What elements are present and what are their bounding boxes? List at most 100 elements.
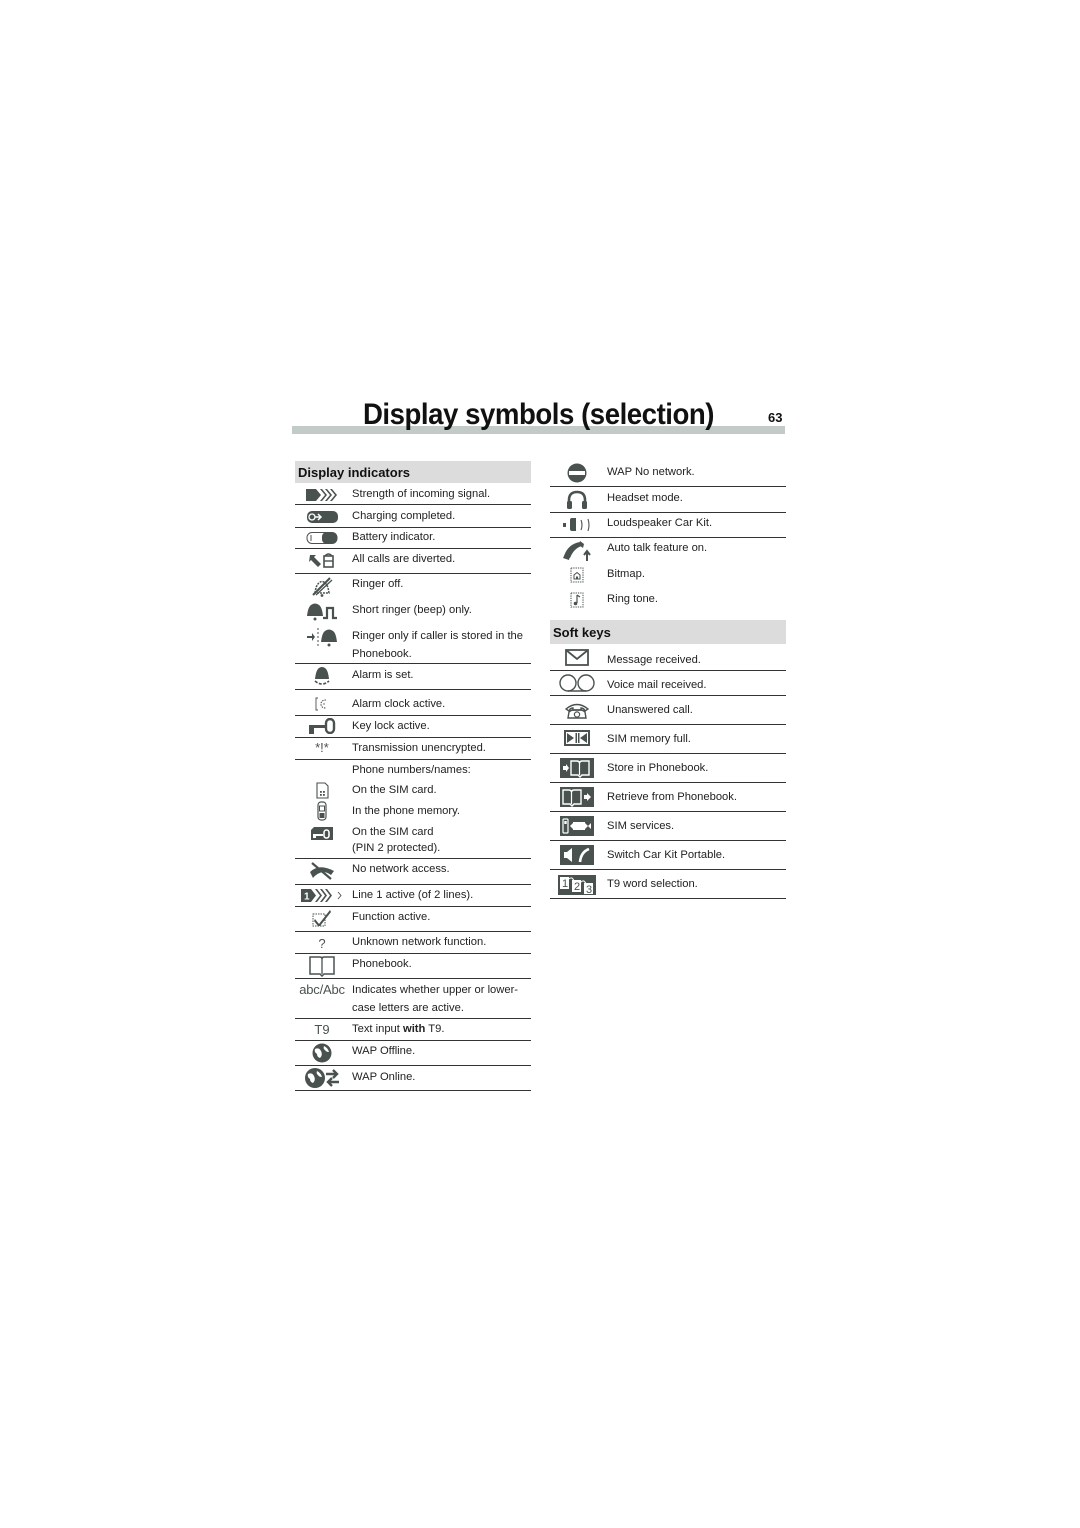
description-text: Bitmap. <box>607 568 645 580</box>
key-lock-icon <box>295 717 349 735</box>
description-text: Store in Phonebook. <box>607 762 709 774</box>
row-divider <box>295 1090 531 1091</box>
t9-word-selection-icon: 123 <box>550 874 604 895</box>
item-description: Alarm is set. <box>352 667 414 684</box>
description-text: Loudspeaker Car Kit. <box>607 517 713 529</box>
list-item: Bitmap. <box>550 564 786 588</box>
description-text: T9 word selection. <box>607 878 698 890</box>
description-text: All calls are diverted. <box>352 553 456 565</box>
list-item: Alarm is set. <box>295 664 531 689</box>
store-phonebook-icon <box>550 757 604 778</box>
page-title: Display symbols (selection) <box>362 398 715 431</box>
item-description: Line 1 active (of 2 lines). <box>352 887 473 904</box>
item-description: Text input with T9. <box>352 1021 444 1038</box>
item-description: Phone numbers/names: <box>352 762 471 779</box>
row-divider <box>295 759 531 760</box>
list-item: Voice mail received. <box>550 671 786 695</box>
switch-car-kit-icon <box>550 844 604 865</box>
item-description: Message received. <box>607 652 701 669</box>
item-description: Bitmap. <box>607 566 645 583</box>
item-description: Alarm clock active. <box>352 696 445 713</box>
list-item: In the phone memory. <box>295 800 531 821</box>
list-item: Ring tone. <box>550 589 786 613</box>
message-icon <box>550 648 604 667</box>
description-text: Headset mode. <box>607 492 683 504</box>
row-divider <box>550 840 786 841</box>
description-text: On the SIM card. <box>352 784 437 796</box>
list-item: SIM services. <box>550 812 786 840</box>
row-divider <box>550 782 786 783</box>
list-item: Strength of incoming signal. <box>295 485 531 504</box>
list-item: ? Unknown network function. <box>295 932 531 953</box>
item-description: SIM memory full. <box>607 731 691 748</box>
row-divider <box>295 884 531 885</box>
item-description: T9 word selection. <box>607 876 698 893</box>
list-item: Store in Phonebook. <box>550 754 786 782</box>
item-description: Battery indicator. <box>352 529 435 546</box>
row-divider <box>295 663 531 664</box>
list-item: Charging completed. <box>295 506 531 527</box>
list-item: Unanswered call. <box>550 696 786 724</box>
description-bold-text: with <box>403 1023 426 1035</box>
row-divider <box>550 486 786 487</box>
list-item: abc/Abc Indicates whether upper or lower-… <box>295 979 531 1018</box>
svg-text:1: 1 <box>304 891 310 902</box>
short-ringer-icon <box>295 600 349 622</box>
auto-talk-icon <box>550 539 604 562</box>
description-text: Switch Car Kit Portable. <box>607 849 726 861</box>
phonebook-icon <box>295 954 349 977</box>
description-text: WAP Offline. <box>352 1045 416 1057</box>
item-description: Unanswered call. <box>607 702 693 719</box>
list-item: Message received. <box>550 646 786 670</box>
case-icon: abc/Abc <box>299 981 345 997</box>
phone-memory-icon <box>295 800 349 822</box>
list-item: On the SIM card. <box>295 779 531 800</box>
list-item: Battery indicator. <box>295 528 531 548</box>
row-divider <box>295 689 531 690</box>
svg-text:1: 1 <box>562 878 568 890</box>
description-text: Alarm is set. <box>352 669 414 681</box>
description-text-line2: (PIN 2 protected). <box>352 842 441 854</box>
wap-online-icon <box>295 1066 349 1089</box>
item-description: Ringer only if caller is stored in the Ph… <box>352 627 523 663</box>
row-divider <box>295 737 531 738</box>
list-item: Retrieve from Phonebook. <box>550 783 786 811</box>
item-description: Ring tone. <box>607 591 658 608</box>
voicemail-icon <box>550 673 604 692</box>
description-text: Unknown network function. <box>352 936 487 948</box>
row-divider <box>295 931 531 932</box>
row-divider <box>295 1065 531 1066</box>
svg-text:3: 3 <box>586 884 592 895</box>
row-divider <box>295 978 531 979</box>
item-description: Store in Phonebook. <box>607 760 708 777</box>
description-text: Strength of incoming signal. <box>352 488 491 500</box>
item-description: Loudspeaker Car Kit. <box>607 515 712 532</box>
description-text: Phonebook. <box>352 958 412 970</box>
description-text: In the phone memory. <box>352 805 460 817</box>
loudspeaker-car-kit-icon <box>550 516 604 533</box>
t9-icon: T9 <box>314 1021 330 1037</box>
list-item: 1 Line 1 active (of 2 lines). <box>295 885 531 906</box>
item-description: Phonebook. <box>352 956 412 973</box>
sim-card-icon <box>295 781 349 799</box>
list-item: Phonebook. <box>295 954 531 978</box>
list-item: Headset mode. <box>550 487 786 512</box>
row-divider <box>295 504 531 505</box>
description-text: WAP No network. <box>607 466 695 478</box>
description-text: Battery indicator. <box>352 531 436 543</box>
list-item: Switch Car Kit Portable. <box>550 841 786 869</box>
wap-offline-icon <box>295 1042 349 1064</box>
list-item: WAP Offline. <box>295 1041 531 1065</box>
item-description: All calls are diverted. <box>352 551 455 568</box>
svg-text:2: 2 <box>574 881 580 893</box>
list-item: All calls are diverted. <box>295 549 531 573</box>
description-text: WAP Online. <box>352 1071 416 1083</box>
row-divider <box>295 858 531 859</box>
unanswered-call-icon <box>550 701 604 720</box>
description-text: SIM memory full. <box>607 733 691 745</box>
list-item: On the SIM card (PIN 2 protected). <box>295 822 531 858</box>
list-item: *!* Transmission unencrypted. <box>295 738 531 759</box>
unknown-function-icon: ? <box>318 935 326 951</box>
item-description: Retrieve from Phonebook. <box>607 789 737 806</box>
row-divider <box>295 953 531 954</box>
